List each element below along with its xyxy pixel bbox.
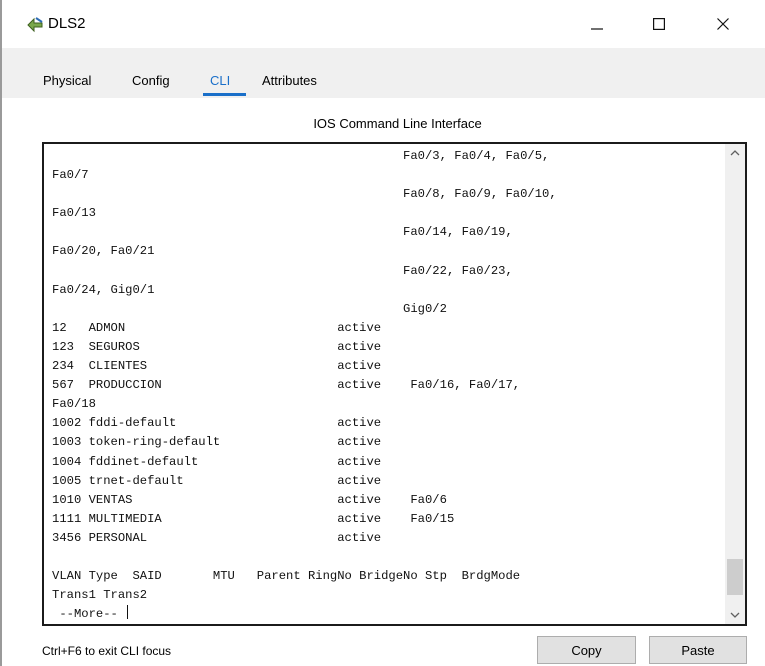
close-button[interactable]: [700, 0, 746, 48]
scroll-up-icon[interactable]: [725, 144, 745, 162]
cli-header: IOS Command Line Interface: [313, 116, 482, 131]
terminal-line: 12 ADMON active: [52, 320, 382, 335]
terminal-line: Trans1 Trans2: [52, 588, 148, 603]
minimize-icon: [591, 18, 603, 30]
terminal-line: 3456 PERSONAL active: [52, 530, 382, 545]
minimize-button[interactable]: [574, 0, 620, 48]
terminal-line: 123 SEGUROS active: [52, 339, 382, 354]
cli-terminal[interactable]: Fa0/3, Fa0/4, Fa0/5, Fa0/7 Fa0/8, Fa0/9, …: [42, 142, 747, 626]
terminal-line: Fa0/14, Fa0/19,: [52, 225, 513, 240]
terminal-line: Fa0/22, Fa0/23,: [52, 263, 513, 278]
maximize-button[interactable]: [636, 0, 682, 48]
terminal-scrollbar[interactable]: [725, 144, 745, 624]
terminal-line: 567 PRODUCCION active Fa0/16, Fa0/17,: [52, 378, 521, 393]
switch-app-icon: [26, 16, 44, 34]
scroll-thumb[interactable]: [727, 559, 743, 595]
cli-focus-hint: Ctrl+F6 to exit CLI focus: [42, 644, 172, 658]
tab-cli[interactable]: CLI: [210, 73, 230, 88]
terminal-line: Fa0/13: [52, 206, 96, 221]
terminal-line: Gig0/2: [52, 301, 447, 316]
active-tab-indicator: [203, 93, 246, 96]
terminal-line: VLAN Type SAID MTU Parent RingNo BridgeN…: [52, 569, 521, 584]
tab-physical[interactable]: Physical: [43, 73, 91, 88]
maximize-icon: [653, 18, 665, 30]
text-cursor: [127, 605, 129, 620]
tab-bar: [2, 48, 765, 98]
terminal-output: Fa0/3, Fa0/4, Fa0/5, Fa0/7 Fa0/8, Fa0/9, …: [52, 147, 722, 624]
terminal-line: Fa0/24, Gig0/1: [52, 282, 155, 297]
terminal-line: Fa0/8, Fa0/9, Fa0/10,: [52, 187, 557, 202]
terminal-line: 1005 trnet-default active: [52, 473, 382, 488]
terminal-line: Fa0/7: [52, 168, 89, 183]
paste-button[interactable]: Paste: [649, 636, 747, 664]
tab-config[interactable]: Config: [132, 73, 170, 88]
window-title: DLS2: [48, 15, 86, 32]
tab-attributes[interactable]: Attributes: [262, 73, 317, 88]
terminal-line: 234 CLIENTES active: [52, 359, 382, 374]
scroll-down-icon[interactable]: [725, 606, 745, 624]
copy-button[interactable]: Copy: [537, 636, 636, 664]
close-icon: [717, 18, 729, 30]
terminal-line: Fa0/18: [52, 397, 96, 412]
terminal-line: 1002 fddi-default active: [52, 416, 382, 431]
terminal-line: Fa0/20, Fa0/21: [52, 244, 155, 259]
terminal-line: --More--: [52, 605, 722, 624]
terminal-line: Fa0/3, Fa0/4, Fa0/5,: [52, 149, 550, 163]
terminal-line: 1010 VENTAS active Fa0/6: [52, 492, 447, 507]
terminal-line: 1004 fddinet-default active: [52, 454, 382, 469]
terminal-line: 1111 MULTIMEDIA active Fa0/15: [52, 511, 455, 526]
terminal-line: 1003 token-ring-default active: [52, 435, 382, 450]
